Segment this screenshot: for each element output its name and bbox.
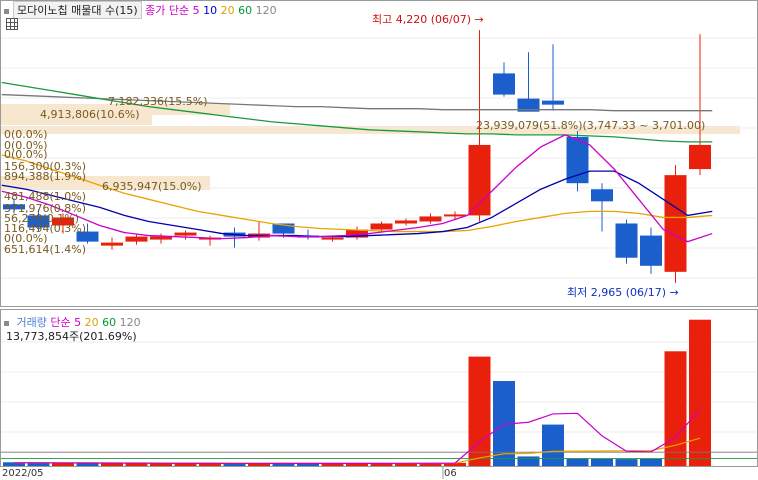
volume-bar [101, 463, 123, 466]
volume-bar [517, 456, 540, 466]
arrow-right-icon: → [669, 286, 679, 299]
candle-body [444, 214, 466, 217]
candle-body [395, 220, 417, 224]
candle-body [542, 100, 564, 105]
stock-chart[interactable]: 7,182,336(15.5%)4,913,806(10.6%)0(0.0%)0… [0, 0, 758, 480]
panel-marker-icon [4, 8, 9, 14]
volume-value: 13,773,854주(201.69%) [6, 330, 137, 343]
profile-label: 651,614(1.4%) [4, 243, 86, 256]
volume-ma5-line [14, 408, 701, 465]
candle-body [174, 232, 197, 236]
profile-label: 7,182,336(15.5%) [108, 95, 208, 108]
low-annotation: 최저 2,965 (06/17) → [567, 284, 679, 300]
candle-body [493, 73, 515, 95]
profile-label: 6,935,947(15.0%) [102, 180, 202, 193]
volume-bar [664, 351, 687, 466]
legend-ma5: 5 [192, 4, 200, 17]
legend-ma10: 10 [203, 4, 218, 17]
x-axis-label-may: 2022/05 [2, 468, 44, 479]
stock-title-tag[interactable]: 모다이노칩 매물대 수(15) [13, 1, 142, 19]
candle-body [468, 144, 491, 216]
candle-body [321, 237, 344, 240]
high-annotation: 최고 4,220 (06/07) → [372, 11, 484, 27]
candle-body [689, 144, 711, 170]
legend-ma-label: 종가 단순 [145, 4, 190, 17]
candle-body [640, 235, 662, 266]
volume-bar [468, 356, 491, 466]
price-header: 모다이노칩 매물대 수(15) 종가 단순 5 10 20 60 120 [4, 1, 277, 19]
volume-bar [542, 424, 564, 466]
candle-body [101, 242, 123, 246]
profile-range-label: 23,939,079(51.8%)(3,747.33 ~ 3,701.00) [476, 119, 706, 132]
table-grid-icon[interactable] [6, 18, 18, 30]
high-label: 최고 4,220 (06/07) [372, 13, 472, 26]
volume-bar [689, 319, 711, 466]
volume-bar [615, 459, 638, 466]
panel-marker-icon [4, 320, 9, 326]
arrow-right-icon: → [474, 13, 484, 26]
profile-label: 894,388(1.9%) [4, 170, 86, 183]
volume-bar [591, 458, 613, 466]
x-axis-label-jun: 06 [444, 468, 457, 479]
legend-ma60: 60 [238, 4, 253, 17]
candle-body [664, 175, 687, 272]
candle-body [566, 136, 589, 184]
candle-body [125, 236, 148, 242]
candle-body [370, 223, 393, 230]
legend-ma120: 120 [255, 4, 277, 17]
volume-bar [566, 458, 589, 466]
low-label: 최저 2,965 (06/17) [567, 286, 667, 299]
candle-body [419, 216, 442, 222]
legend-ma20: 20 [220, 4, 235, 17]
candle-body [615, 223, 638, 258]
volume-bar [640, 458, 662, 466]
profile-label: 4,913,806(10.6%) [40, 108, 140, 121]
candle-body [591, 189, 613, 202]
